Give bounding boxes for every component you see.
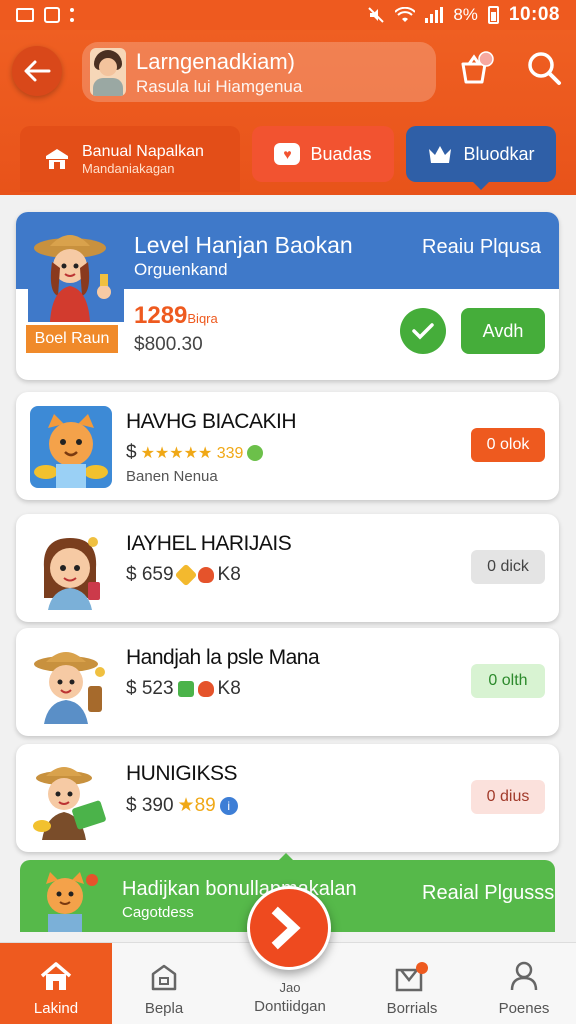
nav-home-label: Lakind (33, 1000, 79, 1017)
fire-icon (197, 681, 214, 697)
promo-right-label[interactable]: Reaial Plgusss (422, 882, 554, 905)
avatar (90, 48, 126, 96)
item-price: $ 523 K8 (126, 678, 241, 699)
fire-icon (197, 567, 214, 583)
nav-bag-label: Bepla (144, 1000, 184, 1017)
item-extra: Banen Nenua (126, 468, 218, 485)
promo-subtitle: Cagotdess (122, 904, 194, 921)
play-arrow-icon (271, 906, 301, 950)
gem-icon (174, 563, 197, 587)
promo-title: Hadijkan bonullapmakalan (122, 878, 357, 900)
back-arrow-icon (24, 60, 51, 82)
nav-gift[interactable]: Borrials (362, 943, 462, 1024)
mute-icon (368, 7, 385, 23)
featured-price: 1289Biqra (134, 302, 218, 329)
shop-icon (46, 149, 68, 169)
battery-percent: 8% (453, 5, 478, 24)
item-action-button[interactable]: 0 dius (471, 780, 545, 814)
girl-phone-illustration (43, 537, 100, 610)
nav-home[interactable]: Lakind (0, 943, 112, 1024)
tab-chat-label: Buadas (310, 143, 372, 164)
featured-ribbon: Boel Raun (26, 325, 118, 353)
item-name: Handjah la psle Mana (126, 646, 320, 669)
status-bar: 8% 10:08 (0, 0, 576, 30)
featured-amount: $800.30 (134, 334, 203, 355)
item-name: HUNIGIKSS (126, 762, 238, 785)
crown-icon (429, 146, 452, 163)
cat-promo-illustration (46, 872, 98, 932)
nav-gift-label: Borrials (386, 1000, 438, 1017)
person-icon (510, 961, 538, 991)
item-action-button[interactable]: 0 olok (471, 428, 545, 462)
search-button[interactable] (524, 48, 564, 88)
like-button[interactable] (400, 308, 446, 354)
home-icon (40, 962, 72, 990)
nav-profile[interactable]: Poenes (472, 943, 576, 1024)
list-item[interactable]: HAVHG BIACAKIH $ ★★★★★ 339 Banen Nenua 0… (16, 392, 559, 500)
farmer-money-illustration (33, 767, 106, 840)
featured-subtitle: Orguenkand (134, 260, 228, 279)
info-icon: i (219, 796, 238, 815)
profile-subtitle: Rasula lui Hiamgenua (136, 77, 303, 96)
battery-icon (487, 6, 499, 24)
badge-icon (247, 445, 264, 461)
nav-profile-label: Poenes (498, 1000, 550, 1017)
nav-center-label: Dontiidgan (254, 998, 326, 1015)
bag-icon (151, 964, 177, 991)
item-price: $ ★★★★★ 339 (126, 442, 264, 464)
like-icon (412, 323, 434, 340)
nav-center-toplabel: Jao (279, 980, 301, 995)
item-action-button[interactable]: 0 olth (471, 664, 545, 698)
tab-shop-label: Banual Napalkan (82, 142, 204, 160)
item-price: $ 390 ★89 i (126, 794, 238, 817)
featured-action-button[interactable]: Avdh (461, 308, 545, 354)
signal-icon (425, 7, 444, 23)
list-item[interactable]: HUNIGIKSS $ 390 ★89 i 0 dius (16, 744, 559, 852)
cart-icon (461, 51, 494, 84)
back-button[interactable] (12, 46, 62, 96)
gift-icon (395, 962, 428, 992)
gallery-icon (16, 8, 34, 22)
cart-button[interactable] (456, 50, 496, 90)
wifi-icon (395, 7, 416, 22)
heart-chat-icon: ♥ (274, 143, 301, 165)
item-name: HAVHG BIACAKIH (126, 410, 296, 433)
farmer-girl-illustration (28, 222, 124, 322)
search-icon (528, 52, 561, 85)
tab-shop-sublabel: Mandaniakagan (82, 160, 175, 176)
item-action-button[interactable]: 0 dick (471, 550, 545, 584)
nav-bag[interactable]: Bepla (112, 943, 216, 1024)
list-item[interactable]: Handjah la psle Mana $ 523 K8 0 olth (16, 628, 559, 736)
item-price: $ 659 K8 (126, 563, 241, 587)
farmer-boy-illustration (34, 652, 105, 724)
cast-icon (44, 7, 60, 23)
more-notifications-icon (70, 8, 74, 22)
featured-right-label[interactable]: Reaiu Plqusa (422, 236, 541, 259)
tab-crown[interactable]: Bluodkar (406, 126, 556, 190)
featured-title: Level Hanjan Baokan (134, 232, 353, 258)
featured-card[interactable]: Level Hanjan Baokan Orguenkand Reaiu Plq… (16, 212, 559, 380)
cat-coins-illustration (30, 406, 112, 488)
app-header: Larngenadkiam) Rasula lui Hiamgenua Banu… (0, 30, 576, 195)
list-item[interactable]: IAYHEL HARIJAIS $ 659 K8 0 dick (16, 514, 559, 622)
profile-name: Larngenadkiam) (136, 49, 295, 74)
profile-card[interactable]: Larngenadkiam) Rasula lui Hiamgenua (82, 42, 436, 102)
tab-shop[interactable]: Banual Napalkan Mandaniakagan (20, 126, 240, 192)
cube-icon (177, 681, 194, 697)
play-fab-button[interactable] (247, 886, 331, 970)
tab-chat[interactable]: ♥ Buadas (252, 126, 394, 182)
item-name: IAYHEL HARIJAIS (126, 532, 292, 555)
clock: 10:08 (508, 4, 560, 25)
tab-crown-label: Bluodkar (463, 143, 535, 164)
